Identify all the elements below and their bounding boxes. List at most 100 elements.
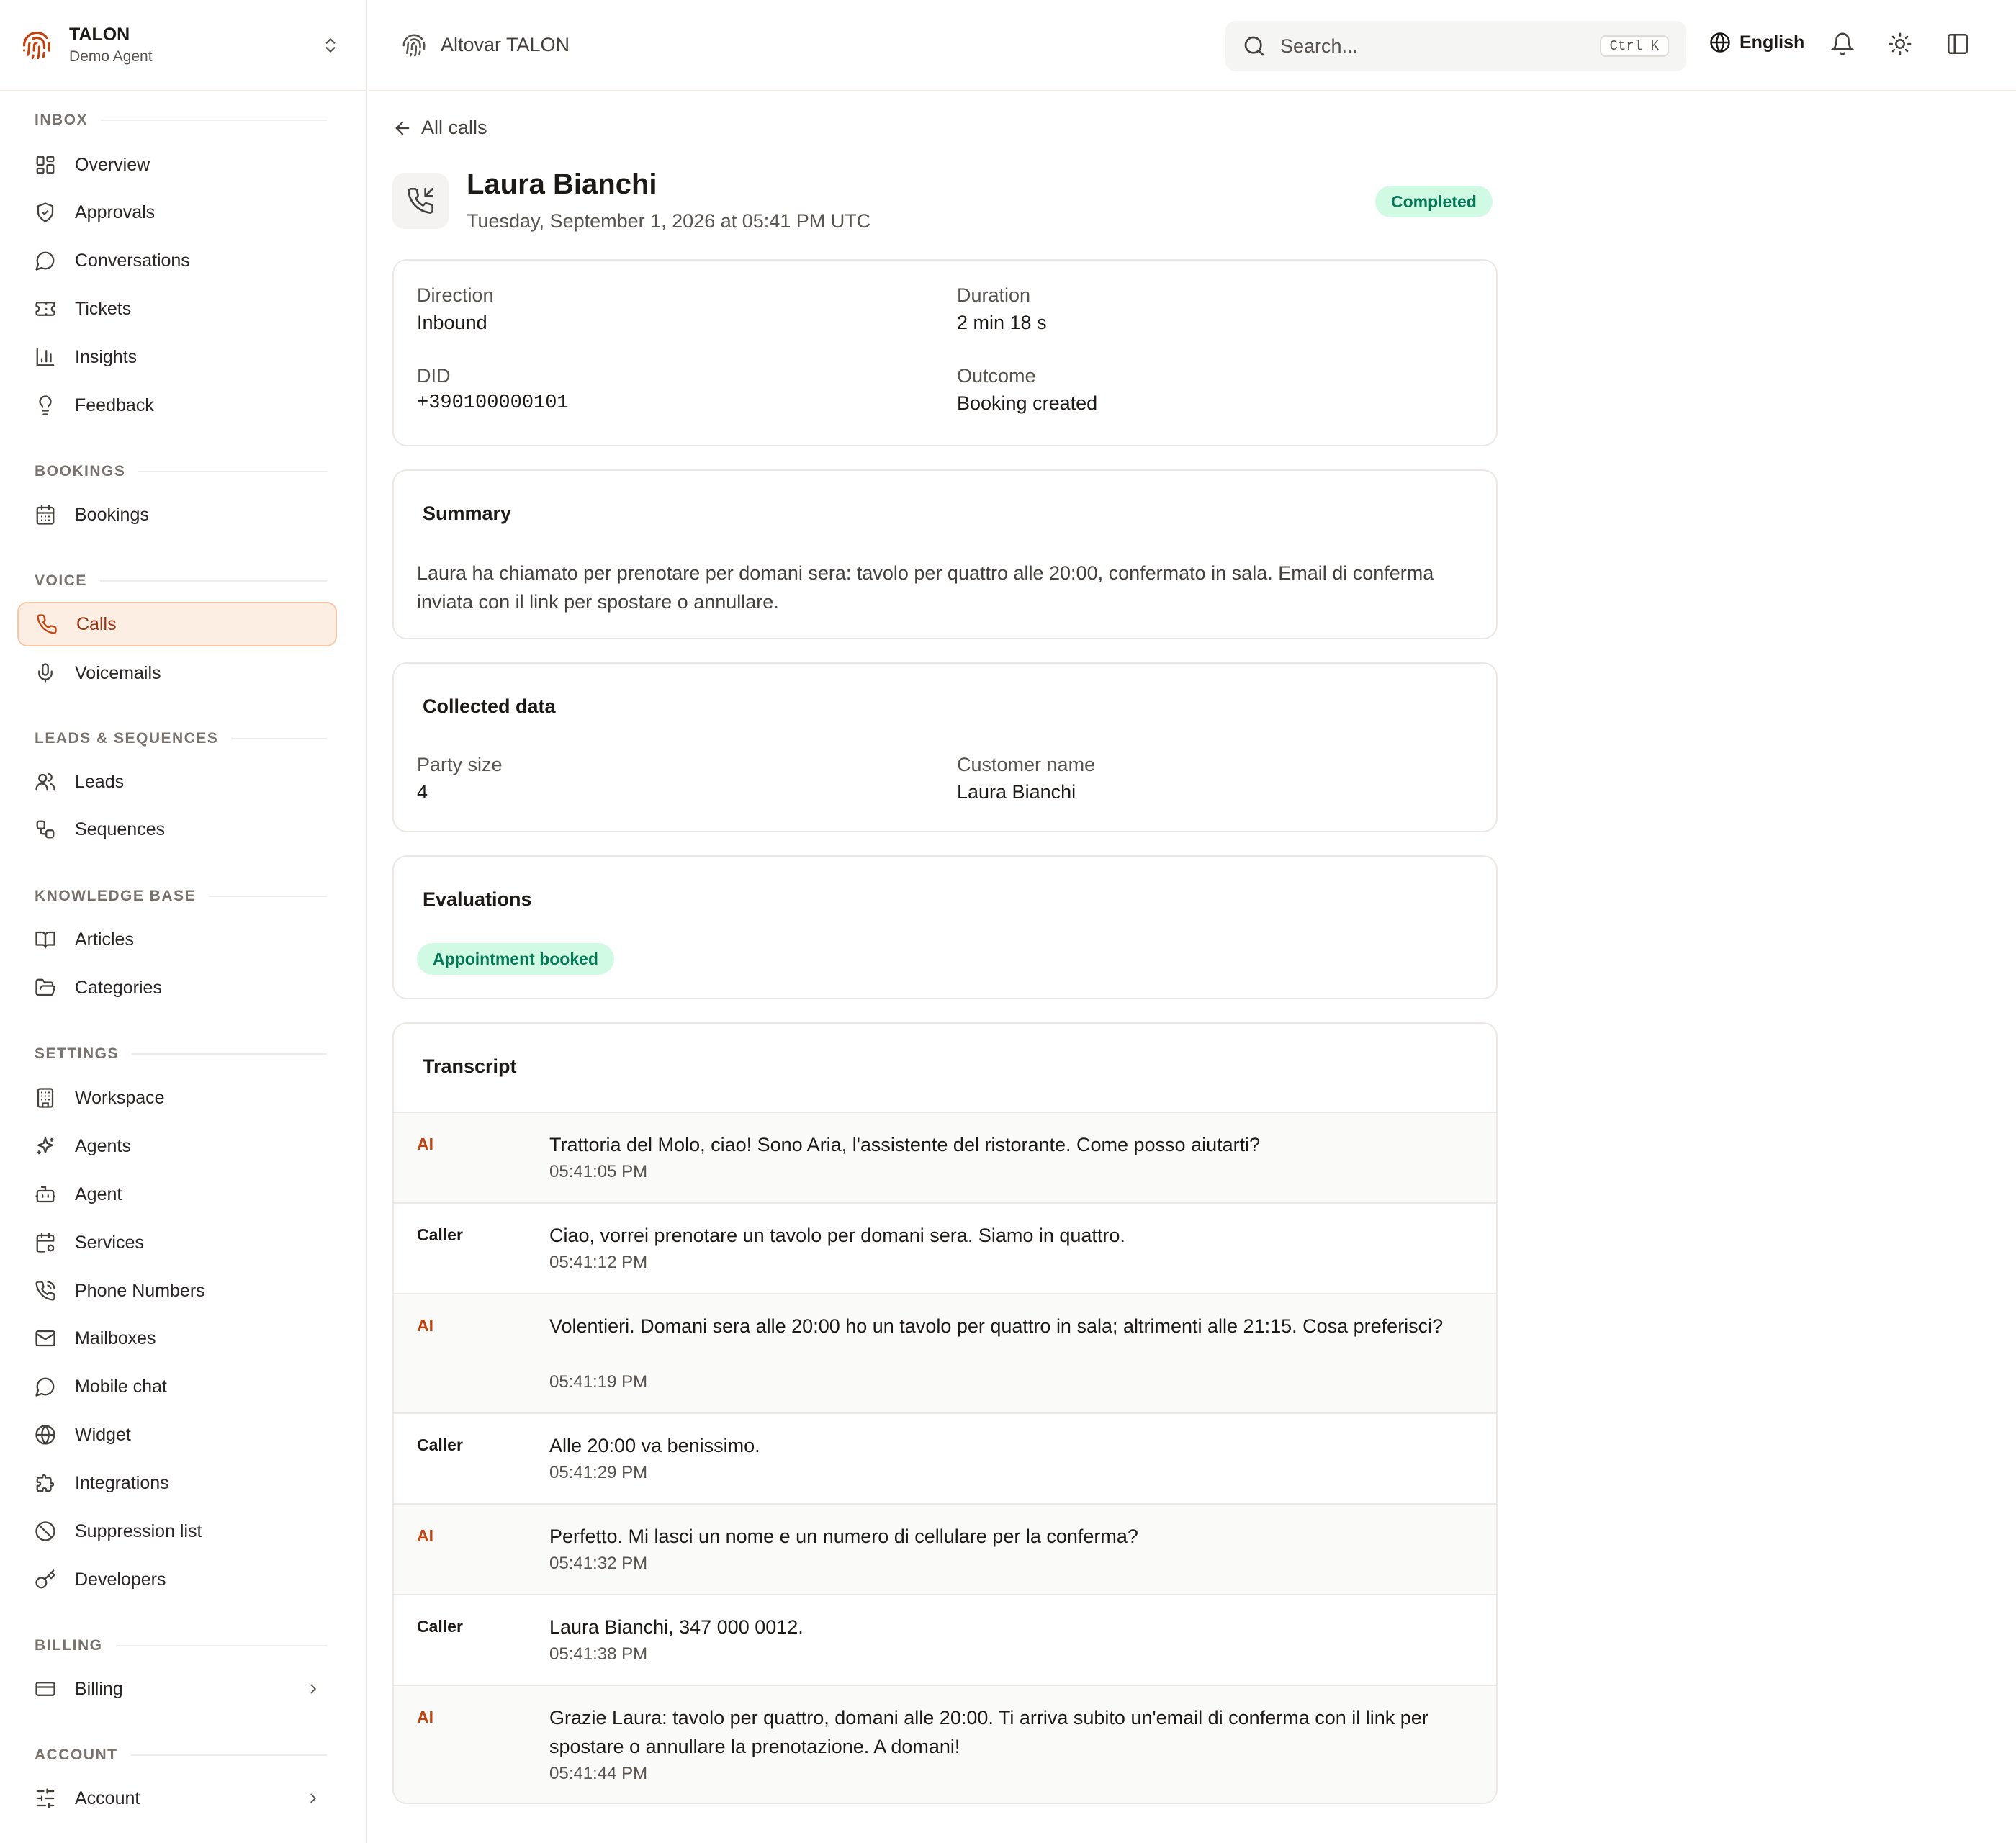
sidebar-item-voicemails[interactable]: Voicemails [17,651,337,695]
globe-icon [1710,32,1730,53]
nav-section-settings: SETTINGS [17,1042,341,1066]
chevron-right-icon [310,1684,317,1694]
sidebar-item-widget[interactable]: Widget [17,1412,337,1457]
sidebar-item-mobile-chat[interactable]: Mobile chat [17,1364,337,1409]
lightbulb-icon [39,395,52,415]
sidebar-item-workspace[interactable]: Workspace [17,1076,337,1120]
message-time: 05:41:05 PM [549,1162,648,1181]
sidebar-item-services[interactable]: Services [17,1220,337,1265]
sidebar-item-agents[interactable]: Agents [17,1124,337,1168]
transcript-message: Caller Alle 20:00 va benissimo. 05:41:29… [394,1412,1496,1503]
users-icon [35,772,55,791]
sidebar-item-agent[interactable]: Agent [17,1172,337,1217]
ban-icon [35,1521,55,1541]
message-circle-icon [35,1377,55,1397]
sidebar-item-phone-numbers[interactable]: Phone Numbers [17,1269,337,1313]
search-placeholder: Search... [1280,35,1359,57]
fingerprint-icon [402,34,426,56]
sidebar-item-sequences[interactable]: Sequences [17,807,337,852]
sidebar-item-insights[interactable]: Insights [17,335,337,379]
arrow-left-icon [395,121,410,135]
transcript-card: Transcript AI Trattoria del Molo, ciao! … [392,1022,1498,1804]
sidebar-item-conversations[interactable]: Conversations [17,238,337,283]
nav-section-knowledge-base: KNOWLEDGE BASE [17,884,341,909]
section-title-voice: VOICE [17,569,341,593]
sidebar-item-mailboxes[interactable]: Mailboxes [17,1316,337,1361]
nav-section-voice: VOICE [17,569,341,593]
evaluations-title: Evaluations [423,888,532,910]
mic-icon [38,663,53,683]
key-icon [35,1569,56,1589]
sidebar-item-calls[interactable]: Calls [17,602,337,646]
section-title-inbox: INBOX [17,108,341,132]
call-details-card: Direction Inbound Duration 2 min 18 s DI… [392,259,1498,446]
book-open-icon [35,931,55,949]
chevron-right-icon [310,1793,317,1803]
speaker-label: AI [417,1316,433,1335]
search-shortcut: Ctrl K [1599,35,1669,57]
message-text: Ciao, vorrei prenotare un tavolo per dom… [549,1225,1125,1246]
top-header: Altovar TALON Search... Ctrl K English [369,0,2016,91]
speaker-label: Caller [417,1225,463,1244]
search-input[interactable]: Search... Ctrl K [1225,21,1686,71]
section-title-bookings: BOOKINGS [17,459,341,484]
workspace-name: Altovar TALON [441,34,570,55]
chevrons-up-down-icon [325,37,336,53]
collected-data-card: Collected data Party size 4 Customer nam… [392,662,1498,832]
brand-subtitle: Demo Agent [69,48,153,65]
sidebar-item-account[interactable]: Account [17,1776,337,1821]
transcript-message: AI Trattoria del Molo, ciao! Sono Aria, … [394,1112,1496,1202]
sidebar-item-approvals[interactable]: Approvals [17,190,337,235]
outcome-field: Outcome Booking created [957,365,1098,414]
sliders-icon [36,1788,55,1808]
transcript-message: Caller Ciao, vorrei prenotare un tavolo … [394,1202,1496,1293]
call-datetime: Tuesday, September 1, 2026 at 05:41 PM U… [467,210,871,232]
sidebar-item-bookings[interactable]: Bookings [17,492,337,537]
speaker-label: Caller [417,1436,463,1454]
sidebar-item-categories[interactable]: Categories [17,965,337,1010]
section-title-billing: BILLING [17,1634,341,1658]
transcript-title: Transcript [423,1055,517,1077]
sidebar-item-tickets[interactable]: Tickets [17,287,337,331]
calendar-cog-icon [36,1233,55,1253]
folder-open-icon [35,978,55,996]
section-title-leads: LEADS & SEQUENCES [17,726,341,751]
transcript-message: AI Volentieri. Domani sera alle 20:00 ho… [394,1293,1496,1412]
layout-dashboard-icon [36,156,55,174]
party-size-field: Party size 4 [417,754,503,803]
section-title-settings: SETTINGS [17,1042,341,1066]
evaluation-badge: Appointment booked [417,943,614,975]
workflow-icon [36,820,55,839]
customer-name-field: Customer name Laura Bianchi [957,754,1096,803]
bot-icon [35,1186,55,1203]
message-text: Laura Bianchi, 347 000 0012. [549,1616,804,1638]
sidebar-item-leads[interactable]: Leads [17,760,337,804]
sidebar-item-overview[interactable]: Overview [17,143,337,187]
puzzle-icon [36,1474,55,1492]
message-text: Grazie Laura: tavolo per quattro, domani… [549,1707,1428,1757]
sun-icon[interactable] [1888,32,1912,56]
section-title-account: ACCOUNT [17,1743,341,1767]
direction-field: Direction Inbound [417,284,494,333]
sidebar-item-suppression-list[interactable]: Suppression list [17,1509,337,1554]
evaluations-card: Evaluations Appointment booked [392,855,1498,999]
message-circle-icon [35,251,55,271]
transcript-message: AI Perfetto. Mi lasci un nome e un numer… [394,1503,1496,1594]
panel-left-icon[interactable] [1945,32,1970,56]
workspace-breadcrumb[interactable]: Altovar TALON [402,33,570,58]
sidebar-item-developers[interactable]: Developers [17,1557,337,1602]
credit-card-icon [35,1682,55,1696]
message-time: 05:41:29 PM [549,1463,648,1482]
bell-icon[interactable] [1830,32,1855,56]
sidebar-item-feedback[interactable]: Feedback [17,383,337,428]
language-selector[interactable]: English [1709,32,1804,53]
sidebar-item-integrations[interactable]: Integrations [17,1461,337,1505]
sidebar-item-articles[interactable]: Articles [17,917,337,962]
sidebar-item-billing[interactable]: Billing [17,1667,337,1711]
back-link[interactable]: All calls [392,117,487,139]
message-time: 05:41:32 PM [549,1554,648,1573]
workspace-switcher[interactable]: TALON Demo Agent [0,0,366,91]
message-text: Trattoria del Molo, ciao! Sono Aria, l'a… [549,1134,1261,1155]
sidebar: TALON Demo Agent INBOX Overview Approval… [0,0,367,1843]
page-title: Laura Bianchi [467,168,657,200]
